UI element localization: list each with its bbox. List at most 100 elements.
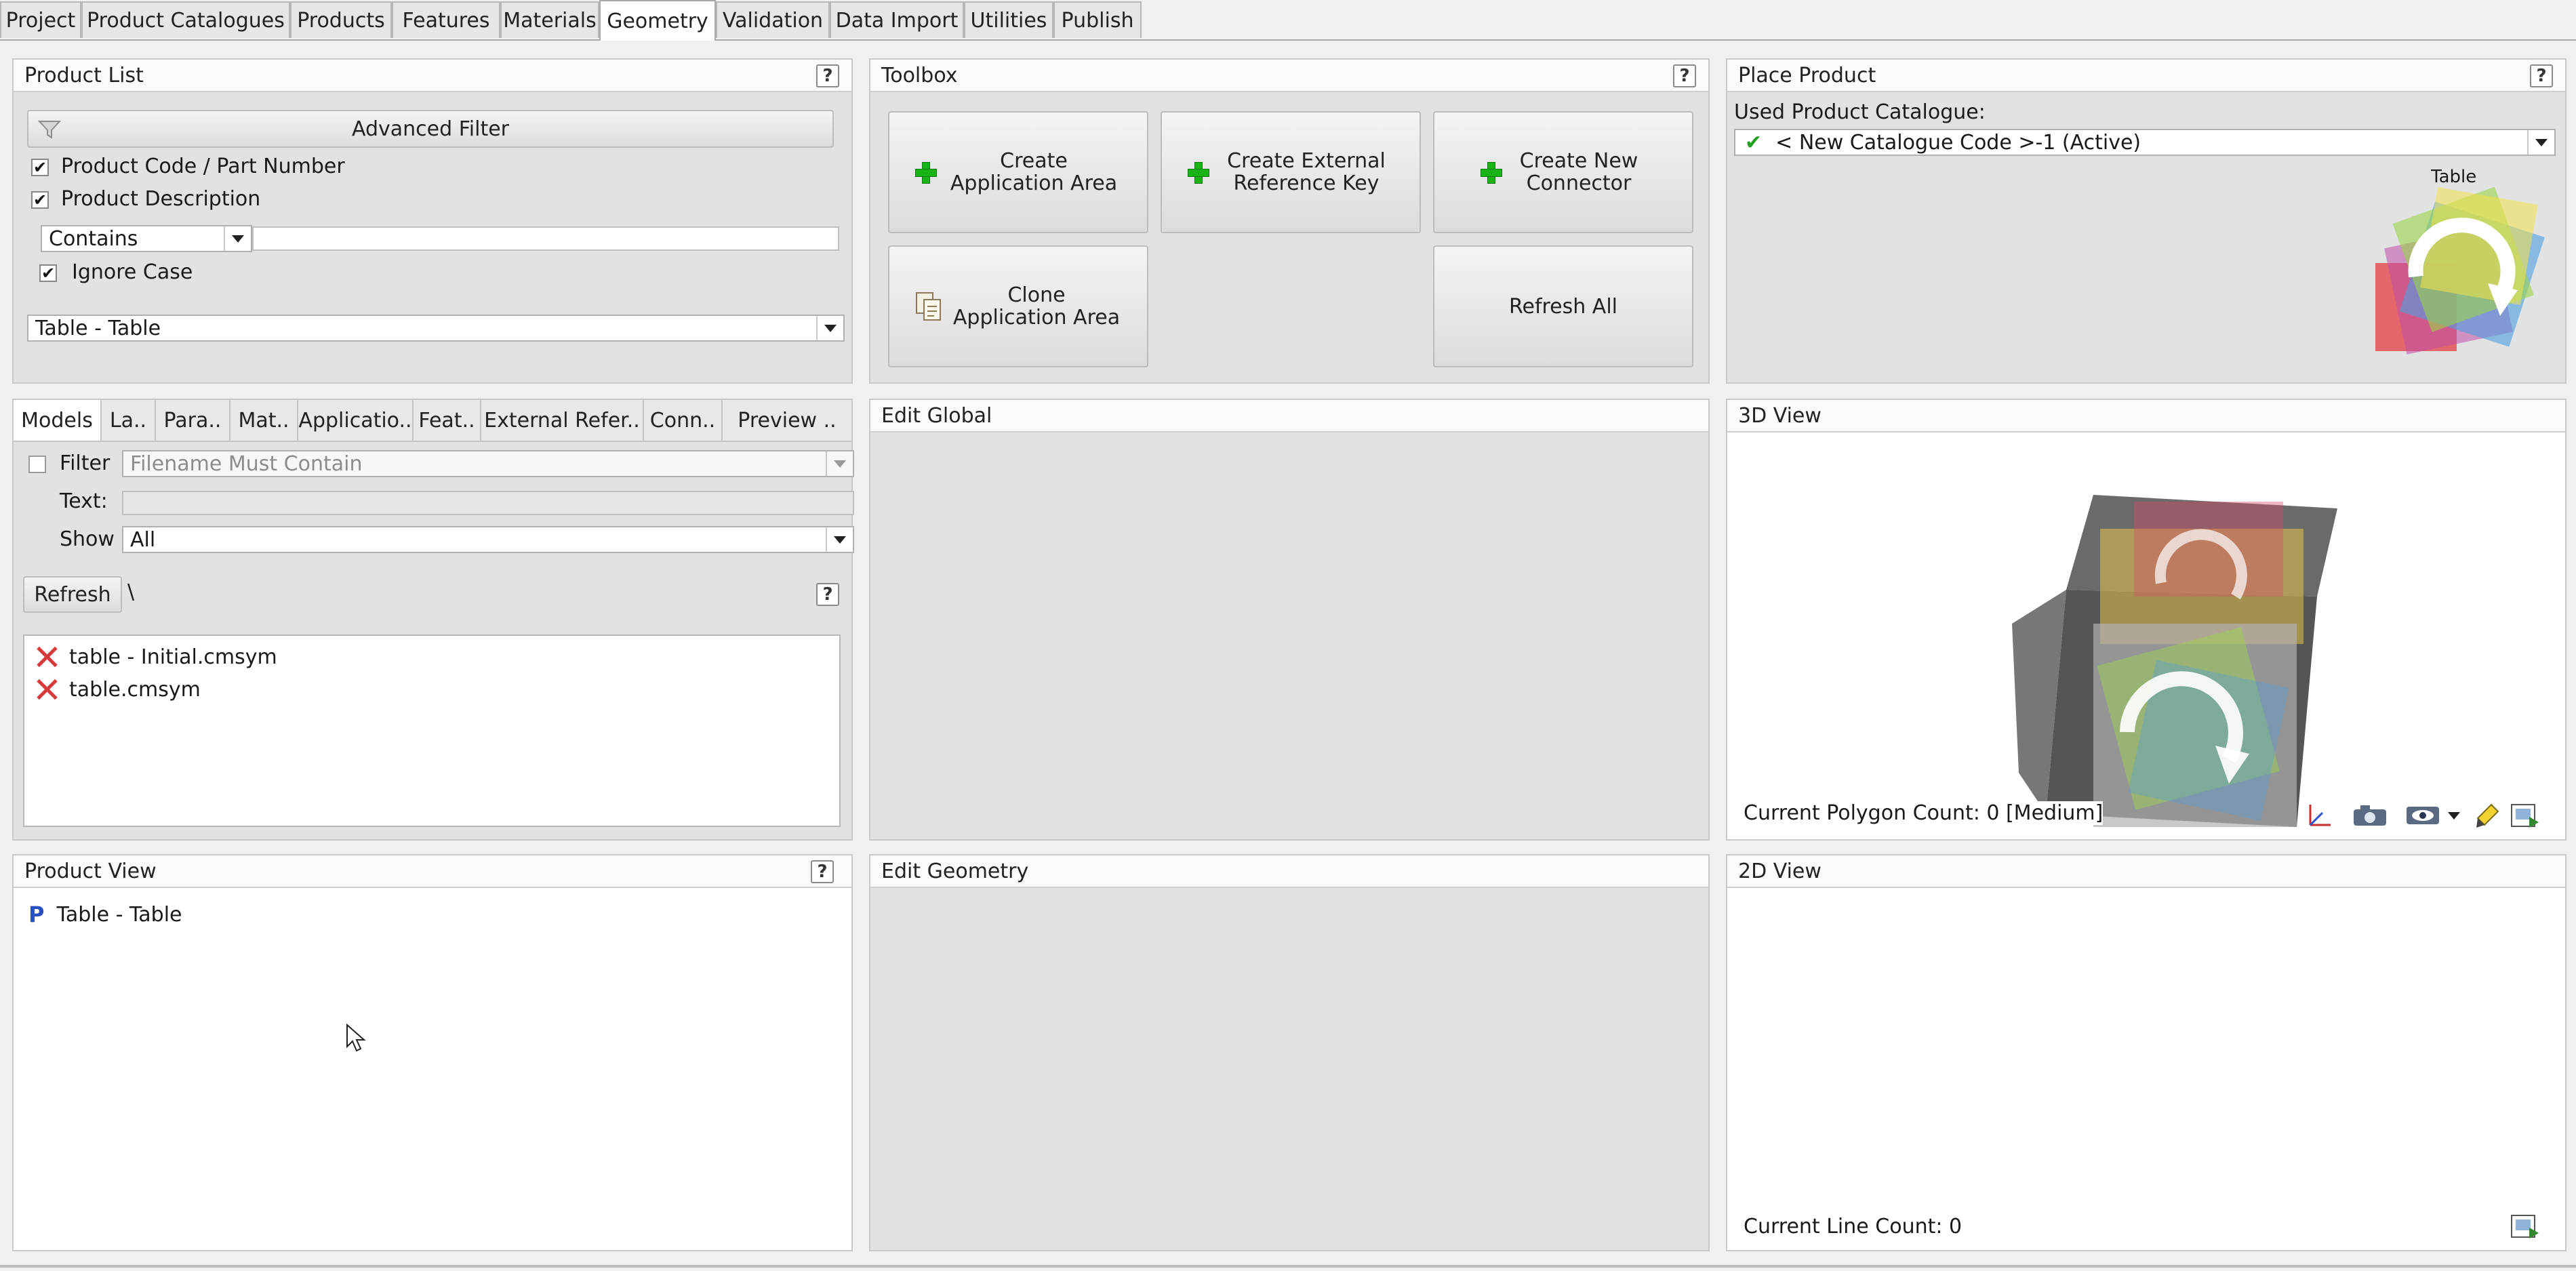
- error-x-icon: [34, 644, 60, 670]
- refresh-all-label: Refresh All: [1508, 294, 1618, 319]
- export-image-icon[interactable]: [2507, 800, 2543, 831]
- help-button[interactable]: ?: [2530, 64, 2553, 87]
- tab-project[interactable]: Project: [0, 1, 81, 38]
- match-mode-value: Contains: [49, 226, 138, 251]
- subtab-external-references[interactable]: External Refer..: [481, 400, 644, 441]
- create-external-reference-key-button[interactable]: Create External Reference Key: [1161, 111, 1421, 233]
- catalogue-select-value: < New Catalogue Code >-1 (Active): [1775, 130, 2141, 155]
- eye-icon[interactable]: [2402, 800, 2443, 831]
- text-input[interactable]: [122, 491, 854, 515]
- panel-title: Edit Geometry: [881, 859, 1029, 883]
- chevron-down-icon: [826, 451, 853, 476]
- model-file-list: table - Initial.cmsym table.cmsym: [23, 634, 841, 827]
- product-select[interactable]: Table - Table: [27, 315, 845, 342]
- product-list-header: Product List: [14, 60, 851, 92]
- 3d-viewport-model[interactable]: [1998, 488, 2351, 841]
- tab-utilities[interactable]: Utilities: [964, 1, 1053, 38]
- line-count-label: Current Line Count: 0: [1744, 1215, 1963, 1238]
- bottom-border: [0, 1265, 2576, 1268]
- panel-title: 3D View: [1738, 403, 1822, 428]
- edit-geometry-panel: Edit Geometry: [869, 854, 1710, 1251]
- used-catalogue-label: Used Product Catalogue:: [1734, 100, 1986, 124]
- place-product-panel: Place Product ? Used Product Catalogue: …: [1726, 58, 2567, 384]
- plus-icon: [1187, 161, 1209, 184]
- product-search-input[interactable]: [252, 226, 839, 251]
- edit-global-header: Edit Global: [870, 400, 1708, 432]
- camera-icon[interactable]: [2350, 800, 2390, 831]
- toolbox-header: Toolbox: [870, 60, 1708, 92]
- product-view-panel: Product View ? P Table - Table: [12, 854, 853, 1251]
- models-subtab-bar: Models La.. Para.. Mat.. Applicatio.. Fe…: [14, 400, 851, 442]
- tab-product-catalogues[interactable]: Product Catalogues: [81, 1, 290, 38]
- tab-validation[interactable]: Validation: [716, 1, 830, 38]
- tab-products[interactable]: Products: [290, 1, 392, 38]
- ignore-case-checkbox[interactable]: ✔: [39, 264, 57, 282]
- subtab-preview[interactable]: Preview ..: [723, 400, 851, 441]
- refresh-button[interactable]: Refresh: [23, 576, 122, 613]
- create-new-connector-button[interactable]: Create New Connector: [1433, 111, 1693, 233]
- mouse-cursor-icon: [346, 1023, 366, 1053]
- clone-icon: [915, 291, 942, 321]
- product-select-value: Table - Table: [35, 316, 161, 340]
- subtab-features[interactable]: Feat..: [414, 400, 481, 441]
- product-node-icon: P: [28, 902, 45, 927]
- tab-publish[interactable]: Publish: [1053, 1, 1142, 38]
- filename-filter-input[interactable]: Filename Must Contain: [122, 450, 854, 477]
- product-thumbnail-image[interactable]: [2367, 182, 2550, 365]
- axes-icon[interactable]: [2298, 800, 2339, 831]
- match-mode-select[interactable]: Contains: [41, 225, 252, 252]
- tab-data-import[interactable]: Data Import: [830, 1, 964, 38]
- models-panel: Models La.. Para.. Mat.. Applicatio.. Fe…: [12, 399, 854, 841]
- advanced-filter-label: Advanced Filter: [351, 117, 510, 141]
- subtab-layers[interactable]: La..: [102, 400, 156, 441]
- chevron-down-icon: [826, 527, 853, 552]
- catalogue-select[interactable]: ✔ < New Catalogue Code >-1 (Active): [1734, 129, 2556, 156]
- panel-title: 2D View: [1738, 859, 1822, 883]
- filter-label: Filter: [60, 451, 110, 475]
- create-new-connector-label: Create New Connector: [1519, 149, 1638, 195]
- panel-title: Product View: [24, 859, 157, 883]
- tab-materials[interactable]: Materials: [500, 1, 599, 38]
- list-item[interactable]: table.cmsym: [34, 677, 201, 702]
- help-button[interactable]: ?: [816, 64, 839, 87]
- plus-icon: [914, 161, 937, 184]
- dropdown-arrow-icon[interactable]: [2440, 800, 2468, 831]
- panel-title: Product List: [24, 63, 144, 87]
- show-select-value: All: [130, 527, 156, 552]
- subtab-models[interactable]: Models: [14, 400, 102, 441]
- tab-features[interactable]: Features: [392, 1, 500, 38]
- show-select[interactable]: All: [122, 526, 854, 553]
- ignore-case-label: Ignore Case: [72, 260, 193, 284]
- subtab-parameters[interactable]: Para..: [156, 400, 230, 441]
- highlighter-icon[interactable]: [2470, 800, 2504, 831]
- view-3d-header: 3D View: [1727, 400, 2565, 432]
- help-button[interactable]: ?: [1673, 64, 1696, 87]
- list-item[interactable]: table - Initial.cmsym: [34, 644, 277, 670]
- product-code-checkbox[interactable]: ✔: [31, 159, 49, 176]
- subtab-materials[interactable]: Mat..: [230, 400, 298, 441]
- file-name: table - Initial.cmsym: [69, 645, 277, 669]
- tree-item[interactable]: P Table - Table: [28, 902, 182, 927]
- tab-geometry[interactable]: Geometry: [599, 0, 716, 41]
- error-x-icon: [34, 677, 60, 702]
- subtab-connectors[interactable]: Conn..: [644, 400, 723, 441]
- edit-geometry-header: Edit Geometry: [870, 855, 1708, 888]
- funnel-icon: [37, 119, 62, 140]
- filename-filter-placeholder: Filename Must Contain: [130, 451, 363, 476]
- help-button[interactable]: ?: [816, 583, 839, 606]
- text-label: Text:: [60, 489, 108, 513]
- clone-application-area-button[interactable]: Clone Application Area: [888, 245, 1148, 367]
- refresh-all-button[interactable]: Refresh All: [1433, 245, 1693, 367]
- filter-checkbox[interactable]: [28, 456, 46, 473]
- create-application-area-button[interactable]: Create Application Area: [888, 111, 1148, 233]
- plus-icon: [1480, 161, 1502, 184]
- product-description-label: Product Description: [61, 187, 261, 211]
- help-button[interactable]: ?: [811, 860, 834, 883]
- subtab-application-areas[interactable]: Applicatio..: [298, 400, 414, 441]
- chevron-down-icon: [816, 316, 843, 340]
- advanced-filter-button[interactable]: Advanced Filter: [27, 110, 834, 148]
- export-image-icon[interactable]: [2507, 1211, 2543, 1242]
- panel-title: Toolbox: [881, 63, 958, 87]
- product-description-checkbox[interactable]: ✔: [31, 191, 49, 209]
- chevron-down-icon: [224, 226, 251, 251]
